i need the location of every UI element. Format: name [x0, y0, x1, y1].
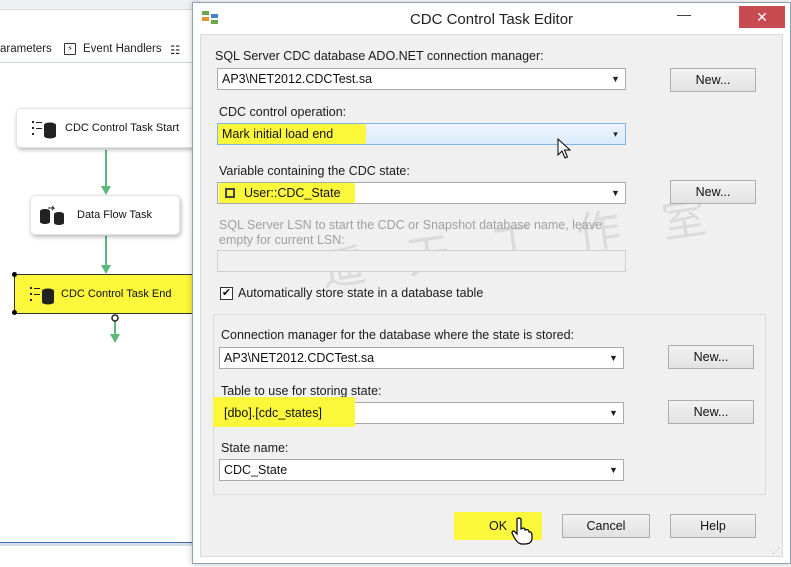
new-variable-button[interactable]: New...	[670, 180, 756, 204]
state-variable-value: User::CDC_State	[244, 186, 341, 200]
close-button[interactable]: ✕	[739, 6, 785, 28]
minimize-button[interactable]: —	[671, 7, 697, 27]
lsn-label-line1: SQL Server LSN to start the CDC or Snaps…	[219, 218, 603, 232]
cdc-control-task-editor-dialog: CDC Control Task Editor — ✕ 遥 天 工 作 室 SQ…	[192, 2, 791, 564]
state-connection-value: AP3\NET2012.CDCTest.sa	[224, 351, 375, 365]
state-variable-combo[interactable]: User::CDC_State ▼	[217, 182, 626, 204]
new-connection-button[interactable]: New...	[670, 68, 756, 92]
help-button[interactable]: Help	[670, 514, 756, 538]
connection-manager-label: SQL Server CDC database ADO.NET connecti…	[215, 49, 544, 63]
mouse-pointer-icon	[557, 138, 572, 159]
new-state-table-button[interactable]: New...	[668, 400, 754, 424]
state-name-combo[interactable]: CDC_State ▼	[219, 459, 624, 481]
dialog-title: CDC Control Task Editor	[409, 11, 574, 28]
dropdown-arrow-icon[interactable]: ▼	[607, 70, 624, 88]
lsn-label-line2: empty for current LSN:	[219, 233, 345, 247]
dropdown-arrow-icon[interactable]: ▾	[607, 125, 624, 143]
resize-grip-icon[interactable]: ⋰	[772, 546, 780, 555]
dialog-client-area: 遥 天 工 作 室 SQL Server CDC database ADO.NE…	[200, 34, 783, 557]
state-name-value: CDC_State	[224, 463, 288, 477]
state-name-label: State name:	[221, 441, 289, 455]
dropdown-arrow-icon[interactable]: ▼	[605, 461, 622, 479]
lsn-input[interactable]	[217, 250, 626, 272]
cdc-task-icon	[32, 121, 56, 139]
new-state-connection-button[interactable]: New...	[668, 345, 754, 369]
task-label: CDC Control Task End	[61, 288, 172, 300]
dropdown-arrow-icon[interactable]: ▼	[607, 184, 624, 202]
state-storage-group: Connection manager for the database wher…	[213, 314, 766, 495]
cancel-button[interactable]: Cancel	[562, 514, 650, 538]
task-cdc-end[interactable]: CDC Control Task End	[12, 272, 194, 315]
dropdown-arrow-icon[interactable]: ▼	[605, 349, 622, 367]
task-label: Data Flow Task	[77, 209, 152, 221]
state-table-combo[interactable]: [dbo].[cdc_states] ▼	[213, 397, 624, 427]
control-operation-label: CDC control operation:	[219, 105, 347, 119]
title-bar: CDC Control Task Editor — ✕	[193, 3, 790, 33]
selection-handle[interactable]	[12, 272, 17, 277]
designer-bottom-strip	[0, 542, 200, 546]
task-data-flow[interactable]: Data Flow Task	[30, 195, 180, 235]
data-flow-icon	[40, 206, 64, 225]
state-connection-label: Connection manager for the database wher…	[221, 328, 574, 342]
hand-cursor-icon	[511, 517, 533, 545]
state-table-value: [dbo].[cdc_states]	[224, 406, 322, 420]
auto-store-checkbox[interactable]: ✔	[220, 287, 233, 300]
state-table-label: Table to use for storing state:	[221, 384, 382, 398]
selection-handle[interactable]	[12, 310, 17, 315]
task-cdc-start[interactable]: CDC Control Task Start	[16, 108, 196, 148]
dropdown-arrow-icon[interactable]: ▼	[605, 404, 622, 422]
task-label: CDC Control Task Start	[65, 122, 180, 134]
state-connection-combo[interactable]: AP3\NET2012.CDCTest.sa ▼	[219, 347, 624, 369]
variable-icon	[225, 188, 235, 198]
cdc-task-icon	[30, 287, 54, 305]
connection-manager-value: AP3\NET2012.CDCTest.sa	[222, 72, 373, 86]
auto-store-label: Automatically store state in a database …	[238, 286, 484, 300]
state-variable-label: Variable containing the CDC state:	[219, 164, 410, 178]
connection-manager-combo[interactable]: AP3\NET2012.CDCTest.sa ▼	[217, 68, 626, 90]
control-operation-value: Mark initial load end	[222, 127, 334, 141]
package-designer: arameters ⚡ Event Handlers ☷ CDC Control…	[0, 0, 200, 567]
